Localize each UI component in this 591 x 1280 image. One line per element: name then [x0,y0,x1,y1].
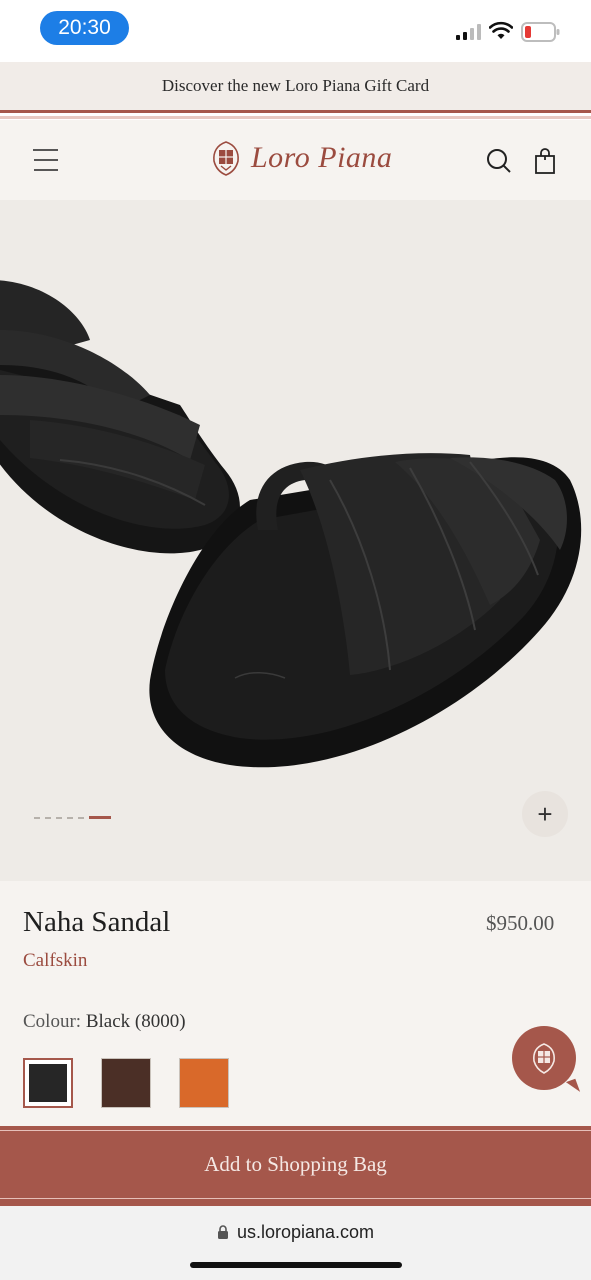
promo-banner[interactable]: Discover the new Loro Piana Gift Card [0,62,591,110]
zoom-button[interactable]: + [522,791,568,837]
brand-logo[interactable]: Loro Piana [207,138,392,178]
hamburger-menu-icon[interactable] [32,146,60,174]
pagination-dot[interactable] [34,816,40,819]
gallery-pagination[interactable] [34,816,111,819]
url-text: us.loropiana.com [236,1222,375,1242]
product-image-gallery[interactable] [0,200,591,881]
left-sandal-image [0,280,240,554]
status-bar: 20:30 [0,0,591,62]
lock-icon [217,1225,228,1239]
product-material: Calfskin [23,950,88,971]
loro-piana-crest-icon [533,1043,555,1074]
shopping-bag-icon[interactable] [534,147,556,175]
url-display[interactable]: us.loropiana.com [0,1222,591,1243]
battery-low-icon [521,22,560,42]
pagination-dot[interactable] [56,816,62,819]
product-photo [0,280,582,768]
browser-url-bar[interactable] [0,1206,591,1280]
promo-text[interactable]: Discover the new Loro Piana Gift Card [162,76,429,96]
colour-selection-label: Colour: Black (8000) [23,1011,186,1033]
plus-icon: + [537,798,553,829]
search-icon[interactable] [486,148,512,174]
swatch-black[interactable] [23,1058,73,1108]
chat-button[interactable] [512,1026,576,1090]
colour-label: Colour: [23,1011,82,1032]
brand-name: Loro Piana [251,141,393,174]
home-indicator[interactable] [190,1262,402,1268]
pagination-dot-active[interactable] [89,816,111,819]
product-name: Naha Sandal [23,906,171,938]
product-price: $950.00 [486,911,555,935]
swatch-brown[interactable] [101,1058,151,1108]
cellular-signal-icon [456,24,481,40]
add-to-bag-label: Add to Shopping Bag [204,1151,387,1176]
clock: 20:30 [40,11,129,45]
swatch-orange[interactable] [179,1058,229,1108]
colour-value: Black (8000) [85,1011,186,1032]
pagination-dot[interactable] [67,816,73,819]
pagination-dot[interactable] [78,816,84,819]
add-to-bag-button[interactable]: Add to Shopping Bag [0,1126,591,1206]
pagination-dot[interactable] [45,816,51,819]
promo-divider [0,110,591,120]
wifi-icon [489,21,513,39]
loro-piana-crest-icon [213,141,239,176]
